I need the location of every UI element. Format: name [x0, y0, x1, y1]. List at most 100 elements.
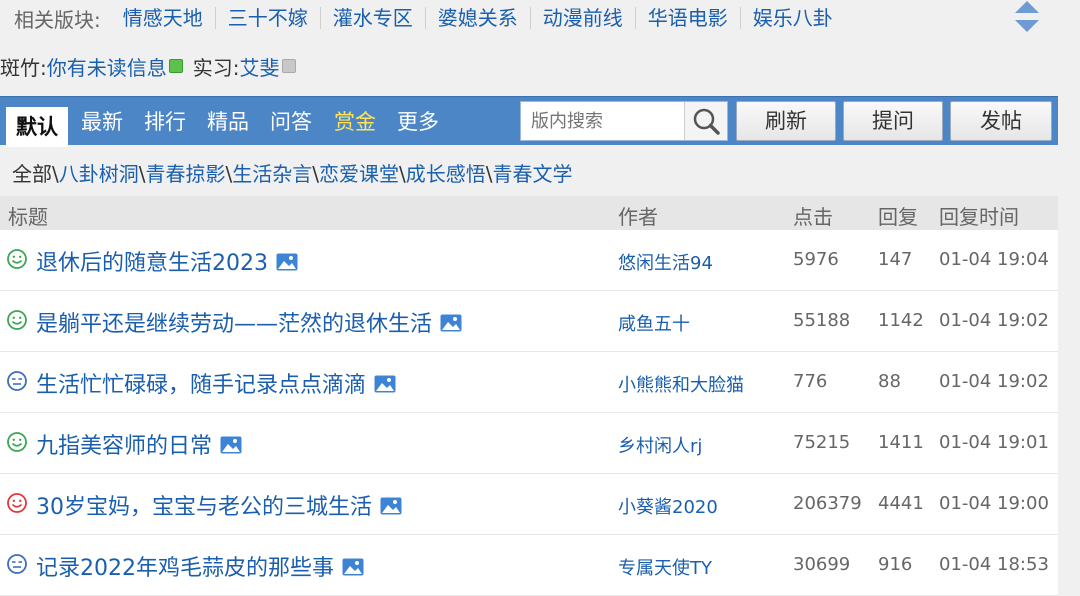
- category-all[interactable]: 全部: [12, 162, 52, 186]
- offline-status-icon: [281, 59, 296, 73]
- post-title-link[interactable]: 是躺平还是继续劳动——茫然的退休生活: [36, 306, 462, 338]
- related-sections-bar: 相关版块: 情感天地 三十不嫁 灌水专区 婆媳关系 动漫前线 华语电影 娱乐八卦: [0, 0, 1058, 36]
- related-sections-list: 情感天地 三十不嫁 灌水专区 婆媳关系 动漫前线 华语电影 娱乐八卦: [111, 7, 845, 29]
- tab-default[interactable]: 默认: [6, 107, 68, 147]
- post-title-link[interactable]: 生活忙忙碌碌，随手记录点点滴滴: [36, 367, 396, 399]
- tab-latest[interactable]: 最新: [81, 97, 123, 145]
- search-icon: [693, 108, 720, 135]
- reply-time: 01-04 18:53: [939, 554, 1049, 575]
- table-row: 退休后的随意生活2023 悠闲生活94 5976 147 01-04 19:04: [0, 230, 1058, 291]
- image-icon: [380, 497, 402, 515]
- post-title-text: 30岁宝妈，宝宝与老公的三城生活: [36, 495, 372, 520]
- header-reply-time[interactable]: 回复时间: [939, 201, 1019, 230]
- related-section-link[interactable]: 婆媳关系: [426, 7, 531, 29]
- category-link[interactable]: 成长感悟: [406, 162, 486, 186]
- board-search: [520, 101, 728, 141]
- reply-count: 1411: [878, 432, 924, 453]
- category-link[interactable]: 八卦树洞: [59, 162, 139, 186]
- table-row: 记录2022年鸡毛蒜皮的那些事 专属天使TY 30699 916 01-04 1…: [0, 535, 1058, 596]
- related-section-link[interactable]: 动漫前线: [531, 7, 636, 29]
- post-title-text: 退休后的随意生活2023: [36, 251, 268, 276]
- post-title-text: 记录2022年鸡毛蒜皮的那些事: [36, 556, 334, 581]
- ask-question-button[interactable]: 提问: [843, 101, 943, 141]
- search-button[interactable]: [684, 102, 727, 140]
- header-author: 作者: [618, 205, 658, 229]
- tab-bounty[interactable]: 赏金: [334, 97, 376, 145]
- related-sections-label: 相关版块:: [14, 7, 101, 32]
- table-row: 生活忙忙碌碌，随手记录点点滴滴 小熊熊和大脸猫 776 88 01-04 19:…: [0, 352, 1058, 413]
- image-icon: [220, 436, 242, 454]
- post-title-text: 九指美容师的日常: [36, 434, 213, 459]
- click-count: 5976: [793, 249, 839, 270]
- board-search-input[interactable]: [529, 105, 693, 137]
- header-clicks[interactable]: 点击: [793, 201, 833, 230]
- author-link[interactable]: 乡村闲人rj: [618, 432, 702, 458]
- reply-time: 01-04 19:02: [939, 371, 1049, 392]
- intern-label: 实习:: [192, 55, 240, 80]
- header-title: 标题: [8, 205, 48, 229]
- smile-red-icon: [7, 493, 27, 513]
- post-list: 退休后的随意生活2023 悠闲生活94 5976 147 01-04 19:04…: [0, 230, 1058, 596]
- related-section-link[interactable]: 娱乐八卦: [741, 7, 845, 29]
- header-replies[interactable]: 回复: [878, 201, 918, 230]
- new-post-button[interactable]: 发帖: [950, 101, 1052, 141]
- click-count: 75215: [793, 432, 851, 453]
- tab-more[interactable]: 更多: [397, 97, 439, 145]
- smile-green-icon: [7, 432, 27, 452]
- table-row: 30岁宝妈，宝宝与老公的三城生活 小葵酱2020 206379 4441 01-…: [0, 474, 1058, 535]
- tab-qa[interactable]: 问答: [270, 97, 312, 145]
- image-icon: [342, 558, 364, 576]
- table-row: 九指美容师的日常 乡村闲人rj 75215 1411 01-04 19:01: [0, 413, 1058, 474]
- post-title-text: 生活忙忙碌碌，随手记录点点滴滴: [36, 373, 367, 398]
- reply-count: 4441: [878, 493, 924, 514]
- neutral-blue-icon: [7, 371, 27, 391]
- category-link[interactable]: 生活杂言: [232, 162, 312, 186]
- click-count: 55188: [793, 310, 851, 331]
- category-link[interactable]: 青春文学: [493, 162, 573, 186]
- moderator-info: 斑竹: 你有未读信息 实习: 艾斐: [0, 48, 302, 84]
- post-title-link[interactable]: 30岁宝妈，宝宝与老公的三城生活: [36, 489, 402, 521]
- author-link[interactable]: 悠闲生活94: [618, 249, 713, 275]
- related-section-link[interactable]: 灌水专区: [321, 7, 426, 29]
- image-icon: [440, 314, 462, 332]
- smile-green-icon: [7, 249, 27, 269]
- neutral-blue-icon: [7, 554, 27, 574]
- post-title-link[interactable]: 记录2022年鸡毛蒜皮的那些事: [36, 550, 364, 582]
- moderator-label: 斑竹:: [0, 55, 47, 80]
- post-title-text: 是躺平还是继续劳动——茫然的退休生活: [36, 312, 433, 337]
- image-icon: [276, 253, 298, 271]
- refresh-button[interactable]: 刷新: [736, 101, 836, 141]
- click-count: 776: [793, 371, 828, 392]
- reply-time: 01-04 19:02: [939, 310, 1049, 331]
- category-link[interactable]: 青春掠影: [146, 162, 226, 186]
- reply-count: 147: [878, 249, 913, 270]
- reply-time: 01-04 19:04: [939, 249, 1049, 270]
- click-count: 206379: [793, 493, 862, 514]
- author-link[interactable]: 咸鱼五十: [618, 310, 690, 336]
- unread-messages-link[interactable]: 你有未读信息: [47, 52, 167, 81]
- related-section-link[interactable]: 华语电影: [636, 7, 741, 29]
- online-status-icon: [168, 59, 183, 73]
- author-link[interactable]: 专属天使TY: [618, 554, 712, 580]
- reply-time: 01-04 19:01: [939, 432, 1049, 453]
- post-table-header: 标题 作者 点击 回复 回复时间: [0, 196, 1058, 230]
- post-title-link[interactable]: 退休后的随意生活2023: [36, 245, 298, 277]
- related-section-link[interactable]: 情感天地: [111, 7, 216, 29]
- author-link[interactable]: 小熊熊和大脸猫: [618, 371, 744, 397]
- table-row: 是躺平还是继续劳动——茫然的退休生活 咸鱼五十 55188 1142 01-04…: [0, 291, 1058, 352]
- click-count: 30699: [793, 554, 851, 575]
- related-section-link[interactable]: 三十不嫁: [216, 7, 321, 29]
- up-down-scroll-icon[interactable]: [1014, 0, 1040, 34]
- image-icon: [374, 375, 396, 393]
- intern-name-link[interactable]: 艾斐: [240, 52, 280, 81]
- reply-count: 1142: [878, 310, 924, 331]
- post-title-link[interactable]: 九指美容师的日常: [36, 428, 242, 460]
- reply-time: 01-04 19:00: [939, 493, 1049, 514]
- tab-featured[interactable]: 精品: [207, 97, 249, 145]
- smile-green-icon: [7, 310, 27, 330]
- board-tab-bar: 默认 最新 排行 精品 问答 赏金 更多 刷新 提问 发帖: [0, 96, 1058, 147]
- category-filter: 全部\八卦树洞\青春掠影\生活杂言\恋爱课堂\成长感悟\青春文学: [12, 162, 573, 186]
- category-link[interactable]: 恋爱课堂: [319, 162, 399, 186]
- tab-ranking[interactable]: 排行: [144, 97, 186, 145]
- author-link[interactable]: 小葵酱2020: [618, 493, 718, 519]
